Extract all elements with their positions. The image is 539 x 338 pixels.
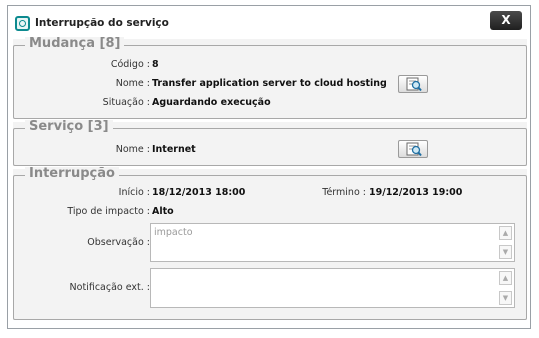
mudanca-nome-value: Transfer application server to cloud hos… [152, 78, 387, 89]
title-bar: Interrupção do serviço X [8, 6, 530, 39]
magnifier-icon [406, 142, 422, 157]
notificacao-textarea[interactable]: ▲ ▼ [150, 268, 515, 308]
scroll-up-icon[interactable]: ▲ [499, 271, 512, 285]
servico-panel: Serviço [3] Nome : Internet [13, 120, 527, 166]
scroll-down-icon[interactable]: ▼ [499, 291, 512, 305]
servico-nome-value: Internet [152, 144, 196, 155]
mudanca-legend: Mudança [8] [25, 37, 125, 51]
tipo-impacto-value: Alto [152, 206, 174, 217]
notificacao-scrollbar[interactable]: ▲ ▼ [499, 271, 512, 305]
scroll-down-icon[interactable]: ▼ [499, 245, 512, 259]
mudanca-lookup-button[interactable] [398, 75, 428, 93]
codigo-value: 8 [152, 59, 159, 70]
notificacao-label: Notificação ext. : [69, 282, 150, 293]
termino-value: 19/12/2013 19:00 [369, 187, 463, 198]
scroll-up-icon[interactable]: ▲ [499, 226, 512, 240]
servico-nome-label: Nome : [115, 144, 150, 155]
observacao-textarea[interactable]: impacto ▲ ▼ [150, 223, 515, 262]
inicio-label: Início : [118, 187, 150, 198]
termino-label: Término : [322, 187, 366, 198]
dialog-title: Interrupção do serviço [35, 17, 169, 29]
interrupcao-panel: Interrupção Início : 18/12/2013 18:00 Té… [13, 167, 527, 320]
situacao-label: Situação : [102, 97, 150, 108]
codigo-label: Código : [110, 59, 150, 70]
interruption-dialog: Interrupção do serviço X Mudança [8] Cód… [7, 5, 531, 329]
mudanca-panel: Mudança [8] Código : 8 Nome : Transfer a… [13, 37, 527, 119]
inicio-value: 18/12/2013 18:00 [152, 187, 246, 198]
situacao-value: Aguardando execução [152, 97, 271, 108]
observacao-text: impacto [154, 227, 193, 238]
interrupcao-legend: Interrupção [25, 167, 119, 181]
servico-lookup-button[interactable] [398, 140, 428, 158]
mudanca-nome-label: Nome : [115, 78, 150, 89]
close-button[interactable]: X [490, 11, 522, 30]
app-icon [15, 16, 30, 31]
tipo-impacto-label: Tipo de impacto : [67, 206, 150, 217]
observacao-label: Observação : [87, 237, 150, 248]
magnifier-icon [406, 77, 422, 92]
observacao-scrollbar[interactable]: ▲ ▼ [499, 226, 512, 259]
servico-legend: Serviço [3] [25, 120, 113, 134]
